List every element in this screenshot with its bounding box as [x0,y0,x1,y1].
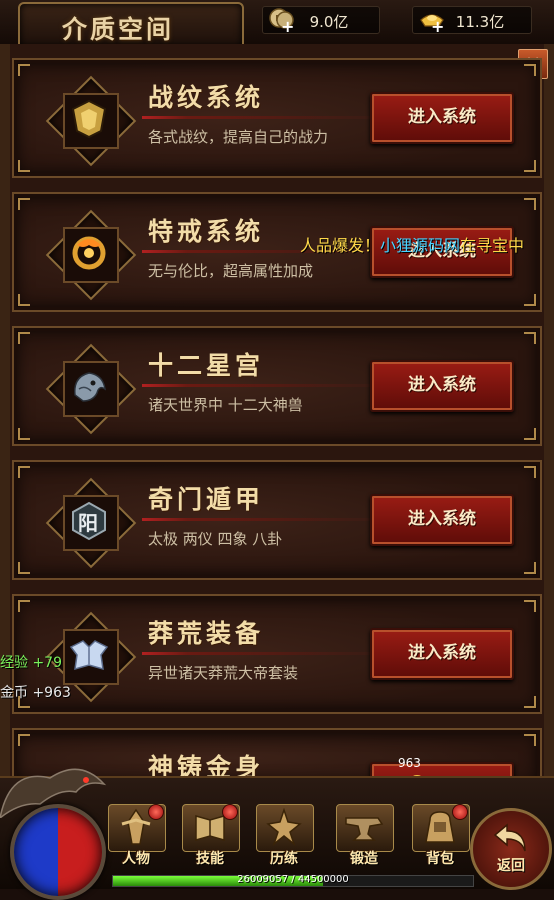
dragon-ring-icon [45,209,137,301]
system-desc: 太极 两仪 四象 八卦 [148,530,283,548]
system-desc: 异世诸天莽荒大帝套装 [148,664,299,682]
training-icon [266,808,302,846]
nav-training[interactable]: 历练 [252,800,316,868]
system-desc: 诸天世界中 十二大神兽 [148,396,303,414]
hp-mp-orb [10,804,106,900]
coin-value: 9.0亿 [309,13,349,31]
bottom-nav: 人物 技能 历练 锻造 背包 返回 [0,768,554,900]
system-name: 十二星宫 [148,351,265,380]
shield-emblem-icon [45,75,137,167]
gold-value: 11.3亿 [455,13,505,31]
gold-gain-text: 金币 +963 [0,685,71,701]
gold-resource[interactable]: + 11.3亿 [412,6,532,36]
enter-system-button[interactable]: 进入系统 [370,92,514,144]
back-button[interactable]: 返回 [470,808,552,890]
anvil-icon [345,817,384,841]
nav-character[interactable]: 人物 [104,800,168,868]
nav-label: 背包 [426,851,454,867]
nav-label: 人物 [122,851,150,867]
enter-system-button[interactable]: 进入系统 [370,360,514,412]
nav-skill[interactable]: 技能 [178,800,242,868]
notification-dot [222,804,238,820]
enter-system-button[interactable]: 进入系统 [370,628,514,680]
nav-forge[interactable]: 锻造 [332,800,396,868]
system-card-shier: 十二星宫 诸天世界中 十二大神兽 进入系统 [12,326,542,446]
system-name: 莽荒装备 [148,619,265,648]
notification-dot [452,804,468,820]
armor-icon [45,611,137,703]
nav-label: 历练 [270,851,298,867]
nav-bag[interactable]: 背包 [408,800,472,868]
system-card-qimen: 阳 奇门遁甲 太极 两仪 四象 八卦 进入系统 [12,460,542,580]
seal-character: 阳 [78,511,98,535]
beast-head-icon [45,343,137,435]
exp-gain-text: 经验 +79 [0,655,62,671]
nav-label: 锻造 [350,851,378,867]
system-name: 奇门遁甲 [148,485,265,514]
coin-resource[interactable]: + 9.0亿 [262,6,380,36]
back-label: 返回 [497,858,525,874]
enter-system-button[interactable]: 进入系统 [370,494,514,546]
system-card-zhanwen: 战纹系统 各式战纹，提高自己的战力 进入系统 [12,58,542,178]
system-name: 战纹系统 [148,83,265,112]
top-bar: 介质空间 + 9.0亿 + 11.3亿 [0,0,554,48]
return-arrow-icon [493,823,526,852]
exp-bar-text: 26009057 / 44500000 [237,874,349,885]
loot-broadcast: 人品爆发！小狸源码网在寻宝中 [300,236,525,255]
system-desc: 各式战纹，提高自己的战力 [148,128,329,146]
player-name-link[interactable]: 小狸源码网 [380,236,460,255]
system-name: 特戒系统 [148,217,265,246]
yang-seal-icon: 阳 [45,477,137,569]
system-desc: 无与伦比，超高属性加成 [148,262,314,280]
page-title: 介质空间 [62,15,175,44]
notification-dot [148,804,164,820]
system-card-manghuang: 莽荒装备 异世诸天莽荒大帝套装 进入系统 [12,594,542,714]
nav-label: 技能 [196,851,224,867]
title-plate: 介质空间 [18,2,244,48]
exp-bar: 26009057 / 44500000 [112,874,474,887]
